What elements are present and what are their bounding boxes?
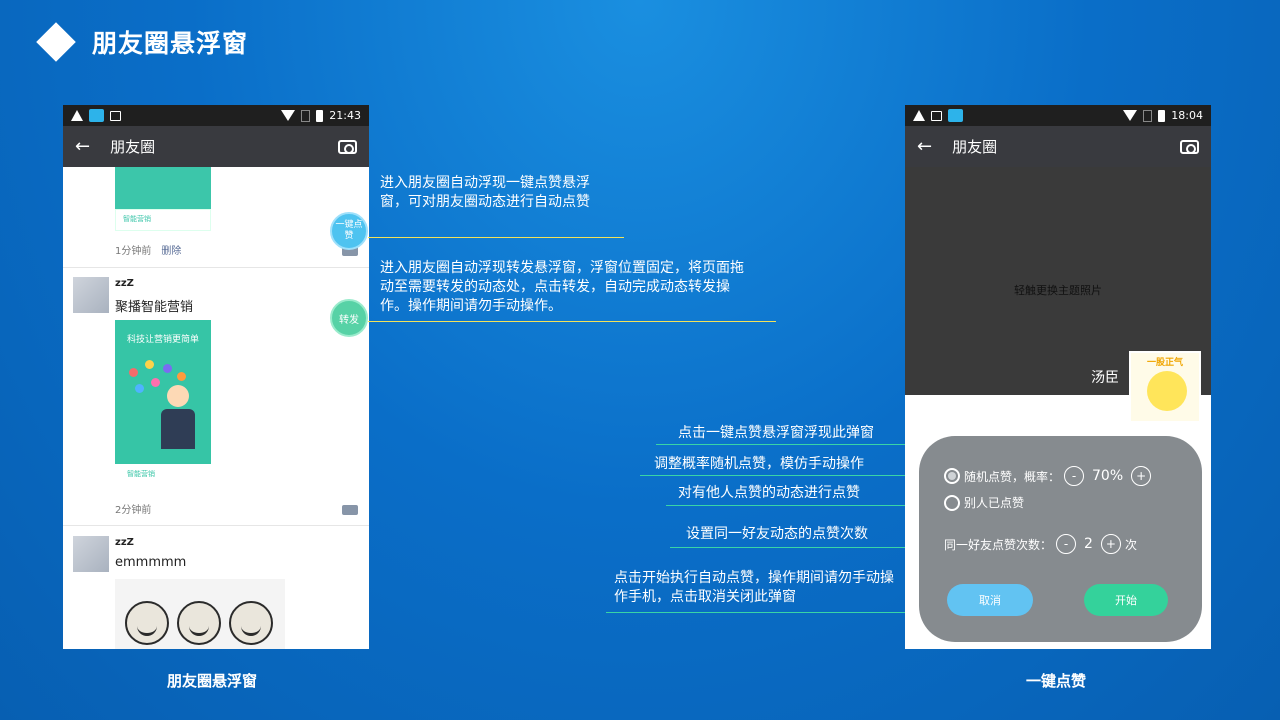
avatar[interactable] [73,277,109,313]
pointer-line [656,444,944,445]
divider [63,525,369,526]
owner-avatar[interactable]: 一股正气 [1129,351,1201,423]
forward-float-button[interactable]: 转发 [330,299,368,337]
count-plus-button[interactable]: + [1100,534,1121,554]
delete-link[interactable]: 删除 [161,246,181,257]
post-time: 2分钟前 [115,505,152,516]
meme-sticker [229,601,273,645]
slide-title: 朋友圈悬浮窗 [36,22,248,62]
start-button[interactable]: 开始 [1084,584,1168,616]
moments-feed[interactable]: 智能营销 1分钟前 删除 zzZ 聚播智能营销 科技让营销更简单 智能营销 2分钟… [63,167,369,649]
meme-sticker [177,601,221,645]
comment-icon[interactable] [342,505,358,515]
like-count-label: 同一好友点赞次数： [944,537,1053,552]
others-liked-label: 别人已点赞 [964,496,1025,510]
pointer-line [670,547,938,548]
status-bar: 18:04 [905,105,1211,126]
annotation-forward-float: 进入朋友圈自动浮现转发悬浮窗，浮窗位置固定，将页面拖动至需要转发的动态处，点击转… [380,260,744,314]
others-liked-row: 别人已点赞 [944,494,1024,511]
annotation-popup: 点击一键点赞悬浮窗浮现此弹窗 [678,425,874,441]
user-badge: zzZ [115,278,134,289]
annotation-same-friend: 设置同一好友动态的点赞次数 [686,526,868,542]
prob-minus-button[interactable]: - [1064,466,1085,486]
wifi-icon [281,110,296,121]
wifi-icon [1123,110,1138,121]
prob-value: 70% [1092,468,1124,484]
poster-brand: 智能营销 [127,470,155,478]
poster-title: 科技让营销更简单 [126,335,199,345]
camera-icon[interactable] [338,139,357,154]
random-like-radio[interactable] [944,468,960,484]
pointer-line [368,237,624,238]
left-caption: 朋友圈悬浮窗 [167,672,258,690]
right-caption: 一键点赞 [1026,672,1087,690]
others-liked-radio[interactable] [944,494,960,511]
app-bar-title: 朋友圈 [952,138,998,156]
status-time: 21:43 [329,109,361,122]
annotation-like-float: 进入朋友圈自动浮现一键点赞悬浮窗，可对朋友圈动态进行自动点赞 [380,175,590,210]
post-username[interactable]: 聚播智能营销 [115,296,193,315]
post-time: 1分钟前 删除 [115,246,182,257]
annotation-random-prob: 调整概率随机点赞，模仿手动操作 [654,456,864,472]
pointer-line [666,505,942,506]
like-count-row: 同一好友点赞次数： - 2 + 次 [944,534,1137,554]
pointer-line [606,612,940,613]
annotation-start-cancel: 点击开始执行自动点赞，操作期间请勿手动操作手机，点击取消关闭此弹窗 [614,570,894,605]
warning-icon [71,110,83,121]
post-image[interactable]: 智能营销 [115,167,211,231]
count-minus-button[interactable]: - [1056,534,1077,554]
count-unit: 次 [1124,537,1137,552]
back-arrow-icon[interactable]: ← [917,137,932,156]
back-arrow-icon[interactable]: ← [75,137,90,156]
app-bar: ← 朋友圈 [63,126,369,167]
cover-hint: 轻触更换主题照片 [1014,284,1102,297]
battery-icon [316,109,324,122]
annotation-others-liked: 对有他人点赞的动态进行点赞 [678,485,860,501]
image-icon [931,110,942,121]
post-image[interactable]: 科技让营销更简单 智能营销 [115,320,211,490]
no-sim-icon [301,109,311,122]
random-like-row: 随机点赞，概率： - 70% + [944,466,1152,486]
app-notification-icon [948,109,963,122]
user-badge: zzZ [115,537,134,548]
status-time: 18:04 [1171,109,1203,122]
app-bar-title: 朋友圈 [110,138,156,156]
pointer-line [640,475,942,476]
one-click-like-float-button[interactable]: 一键点赞 [330,212,368,250]
post-username[interactable]: emmmmm [115,555,186,570]
warning-icon [913,110,925,121]
avatar[interactable] [73,536,109,572]
random-like-label: 随机点赞，概率： [964,469,1061,484]
pointer-line [368,321,776,322]
cancel-button[interactable]: 取消 [947,584,1033,616]
status-bar: 21:43 [63,105,369,126]
post-image-brand: 智能营销 [123,215,151,223]
battery-icon [1158,109,1166,122]
meme-sticker [125,601,169,645]
camera-icon[interactable] [1180,139,1199,154]
divider [63,267,369,268]
prob-plus-button[interactable]: + [1131,466,1152,486]
diamond-icon [36,22,76,62]
image-icon [110,110,121,121]
left-phone-screen: 21:43 ← 朋友圈 智能营销 1分钟前 删除 zzZ 聚播智能营销 科技让营销… [63,105,369,649]
page-title: 朋友圈悬浮窗 [92,29,249,58]
count-value: 2 [1084,536,1093,552]
post-image[interactable] [115,579,285,649]
no-sim-icon [1143,109,1153,122]
app-bar: ← 朋友圈 [905,126,1211,167]
app-notification-icon [89,109,104,122]
owner-name: 汤臣 [1091,370,1119,386]
